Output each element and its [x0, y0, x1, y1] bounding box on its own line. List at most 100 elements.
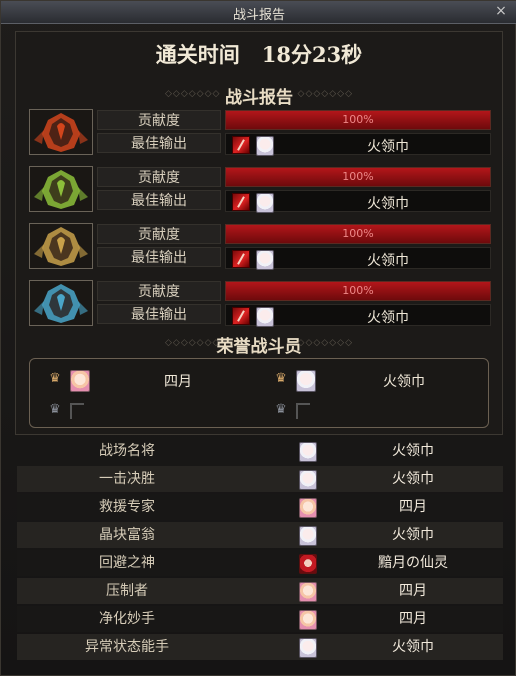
- best-output[interactable]: 火领巾: [225, 133, 491, 156]
- contribution-bar: 100%: [225, 281, 491, 301]
- honor-slot-empty: ♛: [34, 397, 262, 425]
- award-title: 一击决胜: [99, 471, 155, 487]
- contribution-percent: 100%: [342, 284, 374, 297]
- boss-portrait-icon: [29, 223, 93, 269]
- award-row: 战场名将 火领巾: [17, 438, 503, 464]
- contribution-bar: 100%: [225, 167, 491, 187]
- award-title: 晶块富翁: [99, 527, 155, 543]
- battle-report-window: 战斗报告 × 通关时间 18分23秒 ◇◇◇◇◇◇◇ 战斗报告 ◇◇◇◇◇◇◇ …: [0, 0, 516, 676]
- avatar: [256, 193, 274, 213]
- avatar: [299, 526, 317, 546]
- boss-portrait-icon: [29, 280, 93, 326]
- award-title: 救援专家: [99, 499, 155, 515]
- award-row: 压制者 四月: [17, 578, 503, 604]
- avatar: [299, 442, 317, 462]
- contribution-label: 贡献度: [97, 110, 221, 130]
- honor-heading: ◇◇◇◇◇◇◇ 荣誉战斗员 ◇◇◇◇◇◇◇: [15, 330, 503, 357]
- battle-report-title: 战斗报告: [225, 88, 293, 108]
- award-winner: 火领巾: [392, 639, 434, 655]
- award-title: 战场名将: [99, 443, 155, 459]
- weapon-icon: [232, 193, 250, 211]
- award-row: 异常状态能手 火领巾: [17, 634, 503, 660]
- avatar: [70, 370, 90, 392]
- honor-title: 荣誉战斗员: [216, 337, 302, 357]
- weapon-icon: [232, 250, 250, 268]
- best-output-label: 最佳输出: [97, 190, 221, 210]
- boss-portrait-icon: [29, 166, 93, 212]
- best-output[interactable]: 火领巾: [225, 304, 491, 327]
- contribution-percent: 100%: [342, 113, 374, 126]
- contribution-label: 贡献度: [97, 281, 221, 301]
- avatar: [299, 610, 317, 630]
- awards-list: 战场名将 火领巾 一击决胜 火领巾 救援专家 四月 晶块富翁 火领巾 回避之神 黯月の仙灵 压制者四…: [17, 438, 503, 674]
- award-row: 回避之神 黯月の仙灵: [17, 550, 503, 576]
- avatar: [299, 498, 317, 518]
- empty-slot-icon: [70, 403, 84, 419]
- title-bar[interactable]: 战斗报告 ×: [1, 1, 516, 24]
- raid-row: 贡献度最佳输出 100% 火领巾: [29, 223, 493, 271]
- award-row: 救援专家 四月: [17, 494, 503, 520]
- award-winner: 火领巾: [392, 443, 434, 459]
- honor-slot-empty: ♛: [260, 397, 488, 425]
- avatar: [299, 554, 317, 574]
- raid-row: 贡献度最佳输出 100% 火领巾: [29, 109, 493, 157]
- award-title: 压制者: [106, 583, 148, 599]
- weapon-icon: [232, 307, 250, 325]
- award-winner: 火领巾: [392, 471, 434, 487]
- contribution-bar: 100%: [225, 224, 491, 244]
- avatar: [256, 307, 274, 327]
- honor-name: 四月: [164, 374, 192, 390]
- avatar: [299, 470, 317, 490]
- award-winner: 火领巾: [392, 527, 434, 543]
- crown-icon: ♛: [275, 402, 287, 417]
- ornament-right-icon: ◇◇◇◇◇◇◇: [297, 89, 353, 99]
- award-row: 净化妙手 四月: [17, 606, 503, 632]
- clear-time-value: 18分23秒: [261, 42, 363, 67]
- best-output-name: 火领巾: [367, 139, 409, 155]
- award-winner: 四月: [399, 499, 427, 515]
- best-output-name: 火领巾: [367, 253, 409, 269]
- window-title: 战斗报告: [232, 8, 285, 23]
- avatar: [256, 250, 274, 270]
- close-icon[interactable]: ×: [493, 2, 509, 20]
- award-winner: 黯月の仙灵: [378, 555, 448, 571]
- avatar: [256, 136, 274, 156]
- boss-portrait-icon: [29, 109, 93, 155]
- raid-row: 贡献度最佳输出 100% 火领巾: [29, 166, 493, 214]
- honor-slot[interactable]: ♛ 火领巾: [260, 366, 488, 394]
- award-row: 一击决胜 火领巾: [17, 466, 503, 492]
- award-row: 晶块富翁 火领巾: [17, 522, 503, 548]
- avatar: [299, 638, 317, 658]
- best-output-label: 最佳输出: [97, 133, 221, 153]
- award-winner: 四月: [399, 583, 427, 599]
- best-output-label: 最佳输出: [97, 247, 221, 267]
- award-winner: 四月: [399, 611, 427, 627]
- award-title: 异常状态能手: [85, 639, 169, 655]
- clear-time: 通关时间 18分23秒: [15, 39, 503, 71]
- best-output[interactable]: 火领巾: [225, 190, 491, 213]
- best-output[interactable]: 火领巾: [225, 247, 491, 270]
- crown-icon: ♛: [49, 402, 61, 417]
- best-output-name: 火领巾: [367, 310, 409, 326]
- award-title: 净化妙手: [99, 611, 155, 627]
- contribution-label: 贡献度: [97, 224, 221, 244]
- honor-slot[interactable]: ♛ 四月: [34, 366, 262, 394]
- raid-row: 贡献度 最佳输出 100% 火领巾: [29, 280, 493, 328]
- best-output-name: 火领巾: [367, 196, 409, 212]
- clear-time-label: 通关时间: [155, 42, 240, 67]
- honor-name: 火领巾: [383, 374, 425, 390]
- award-title: 回避之神: [99, 555, 155, 571]
- crown-icon: ♛: [275, 371, 287, 386]
- contribution-label: 贡献度: [97, 167, 221, 187]
- contribution-percent: 100%: [342, 227, 374, 240]
- weapon-icon: [232, 136, 250, 154]
- crown-icon: ♛: [49, 371, 61, 386]
- contribution-bar: 100%: [225, 110, 491, 130]
- ornament-right-icon: ◇◇◇◇◇◇◇: [297, 338, 353, 348]
- honor-box: ♛ 四月 ♛ 火领巾 ♛ ♛: [29, 358, 489, 428]
- empty-slot-icon: [296, 403, 310, 419]
- avatar: [299, 582, 317, 602]
- avatar: [296, 370, 316, 392]
- battle-report-heading: ◇◇◇◇◇◇◇ 战斗报告 ◇◇◇◇◇◇◇: [15, 81, 503, 108]
- contribution-percent: 100%: [342, 170, 374, 183]
